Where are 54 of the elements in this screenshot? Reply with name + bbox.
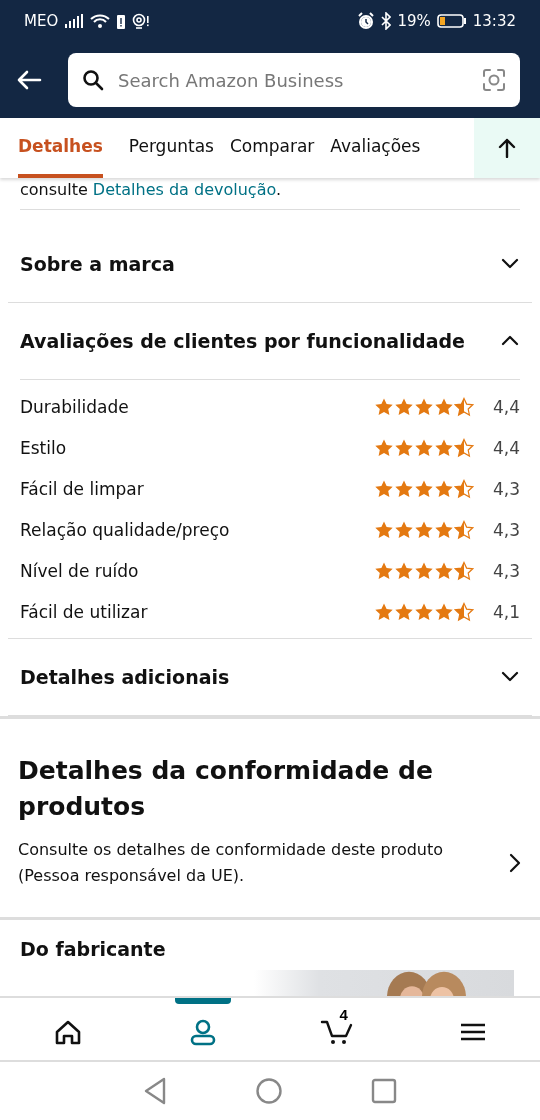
cart-count: 4	[339, 1006, 348, 1023]
battery-alert-icon	[116, 13, 127, 29]
search-icon	[82, 69, 104, 91]
home-icon	[53, 1019, 82, 1045]
alarm-icon	[357, 12, 376, 30]
wifi-icon	[90, 14, 111, 28]
feature-label: Nível de ruído	[20, 560, 140, 581]
bluetooth-icon	[381, 12, 392, 30]
back-arrow-icon[interactable]	[16, 70, 42, 90]
rating-score: 4,4	[491, 437, 520, 458]
return-link[interactable]: Detalhes da devolução	[92, 180, 276, 199]
compliance-link[interactable]: Consulte os detalhes de conformidade deste produto (Pessoa responsável da UE).	[18, 837, 522, 889]
up-arrow-icon	[498, 138, 516, 158]
camera-icon[interactable]	[482, 68, 506, 92]
home-button-icon[interactable]	[255, 1077, 283, 1105]
star-icon	[454, 478, 474, 499]
hotspot-icon	[132, 13, 151, 29]
feature-label: Relação qualidade/preço	[20, 519, 231, 540]
clock: 13:32	[472, 12, 516, 30]
tab[interactable]: Detalhes	[18, 118, 103, 178]
feature-label: Fácil de limpar	[20, 478, 145, 499]
star-icon	[454, 519, 474, 540]
tab[interactable]: Comparar	[229, 118, 315, 178]
feature-label: Durabilidade	[20, 396, 130, 417]
section-header[interactable]: Avaliações de clientes por funcionalidade	[8, 303, 532, 379]
rating-score: 4,4	[491, 396, 520, 417]
tab[interactable]: Avaliações	[330, 118, 421, 178]
section-header[interactable]: Sobre a marca	[8, 226, 532, 302]
search-bar[interactable]: Search Amazon Business	[68, 53, 520, 107]
chevron-right-icon	[508, 852, 522, 874]
rating-score: 4,1	[491, 601, 520, 622]
section-header[interactable]: Detalhes adicionais	[8, 639, 532, 715]
rating-score: 4,3	[491, 519, 520, 540]
star-icon	[454, 560, 474, 581]
scroll-top-button[interactable]	[474, 118, 540, 178]
tab[interactable]: Perguntas	[128, 118, 214, 178]
star-icon	[454, 601, 474, 622]
section-title: Do fabricante	[20, 938, 167, 960]
menu-icon[interactable]	[459, 1022, 486, 1042]
feature-label: Estilo	[20, 437, 68, 458]
person-icon	[188, 1018, 217, 1046]
return-text: consulte Detalhes da devolução.	[20, 178, 520, 210]
section-heading: Detalhes da conformidade de produtos	[18, 755, 434, 823]
feature-label: Fácil de utilizar	[20, 601, 149, 622]
star-icon	[454, 437, 474, 458]
back-icon[interactable]	[143, 1077, 167, 1105]
battery-icon	[436, 14, 467, 28]
rating-score: 4,3	[491, 560, 520, 581]
recents-icon[interactable]	[371, 1078, 397, 1104]
battery-percent: 19%	[397, 12, 431, 30]
rating-score: 4,3	[491, 478, 520, 499]
signal-icon	[64, 14, 85, 28]
carrier-name: MEO	[24, 12, 59, 30]
star-icon	[454, 396, 474, 417]
